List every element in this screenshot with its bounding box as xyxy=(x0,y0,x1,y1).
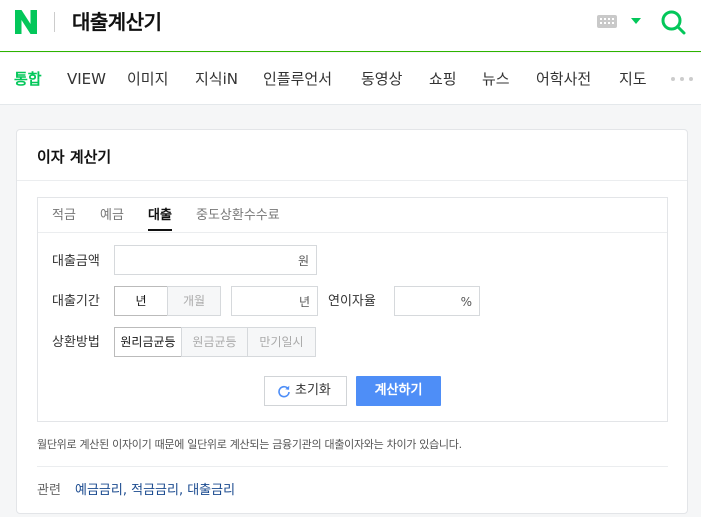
period-unit-month[interactable]: 개월 xyxy=(167,286,221,316)
search-header: 대출계산기 xyxy=(0,0,701,52)
interest-rate-label: 연이자율 xyxy=(328,294,376,309)
naver-logo-icon[interactable] xyxy=(14,9,38,35)
tab-video[interactable]: 동영상 xyxy=(361,69,402,89)
subtab-prepayment-fee[interactable]: 중도상환수수료 xyxy=(196,207,280,229)
subtab-deposit[interactable]: 예금 xyxy=(100,207,124,229)
search-query-input[interactable]: 대출계산기 xyxy=(72,8,162,36)
subtab-savings[interactable]: 적금 xyxy=(52,207,76,229)
loan-amount-label: 대출금액 xyxy=(52,254,100,269)
related-link-loan-rate[interactable]: 대출금리 xyxy=(187,483,235,498)
related-link-savings-rate[interactable]: 적금금리 xyxy=(131,483,179,498)
tab-all[interactable]: 통합 xyxy=(14,69,42,89)
footer-divider xyxy=(37,466,668,467)
related-link-deposit-rate[interactable]: 예금금리 xyxy=(75,483,123,498)
tab-dictionary[interactable]: 어학사전 xyxy=(536,69,591,89)
more-icon[interactable] xyxy=(671,77,695,83)
loan-amount-input[interactable]: 원 xyxy=(114,245,317,275)
loan-amount-unit: 원 xyxy=(297,254,309,268)
subtab-divider xyxy=(38,232,667,233)
keyboard-icon[interactable] xyxy=(597,15,617,28)
tab-map[interactable]: 지도 xyxy=(619,69,647,89)
loan-period-input[interactable]: 년 xyxy=(231,286,318,316)
loan-period-unit: 년 xyxy=(298,295,310,309)
interest-rate-input[interactable]: % xyxy=(394,286,480,316)
related-links: 예금금리, 적금금리, 대출금리 xyxy=(75,483,236,498)
method-equal-payment[interactable]: 원리금균등 xyxy=(114,327,182,357)
reset-button[interactable]: 초기화 xyxy=(264,376,347,406)
interest-rate-unit: % xyxy=(460,295,472,309)
method-bullet[interactable]: 만기일시 xyxy=(247,327,316,357)
header-divider xyxy=(54,12,55,32)
card-divider xyxy=(17,180,687,181)
period-unit-year[interactable]: 년 xyxy=(114,286,168,316)
card-title: 이자 계산기 xyxy=(37,148,112,166)
related-label: 관련 xyxy=(37,483,61,498)
loan-period-label: 대출기간 xyxy=(52,294,100,309)
tab-view[interactable]: VIEW xyxy=(67,69,106,89)
dropdown-arrow-icon[interactable] xyxy=(631,18,641,24)
search-icon[interactable] xyxy=(660,9,686,35)
tab-influencer[interactable]: 인플루언서 xyxy=(263,69,332,89)
tab-news[interactable]: 뉴스 xyxy=(482,69,510,89)
reset-button-label: 초기화 xyxy=(295,383,331,398)
tab-images[interactable]: 이미지 xyxy=(127,69,168,89)
disclaimer-text: 월단위로 계산된 이자이기 때문에 일단위로 계산되는 금융기관의 대출이자와는… xyxy=(37,438,462,451)
reset-icon xyxy=(278,385,290,398)
calculator-panel: 적금 예금 대출 중도상환수수료 대출금액 원 대출기간 년 개월 년 연이자율… xyxy=(37,197,668,422)
interest-calculator-card: 이자 계산기 적금 예금 대출 중도상환수수료 대출금액 원 대출기간 년 개월… xyxy=(16,129,688,514)
repayment-method-label: 상환방법 xyxy=(52,335,100,350)
tab-shopping[interactable]: 쇼핑 xyxy=(429,69,457,89)
subtab-loan[interactable]: 대출 xyxy=(148,207,172,231)
calculate-button[interactable]: 계산하기 xyxy=(356,376,441,406)
search-tab-bar: 통합 VIEW 이미지 지식iN 인플루언서 동영상 쇼핑 뉴스 어학사전 지도 xyxy=(0,53,701,105)
tab-knowledge-in[interactable]: 지식iN xyxy=(195,69,238,89)
method-equal-principal[interactable]: 원금균등 xyxy=(181,327,248,357)
